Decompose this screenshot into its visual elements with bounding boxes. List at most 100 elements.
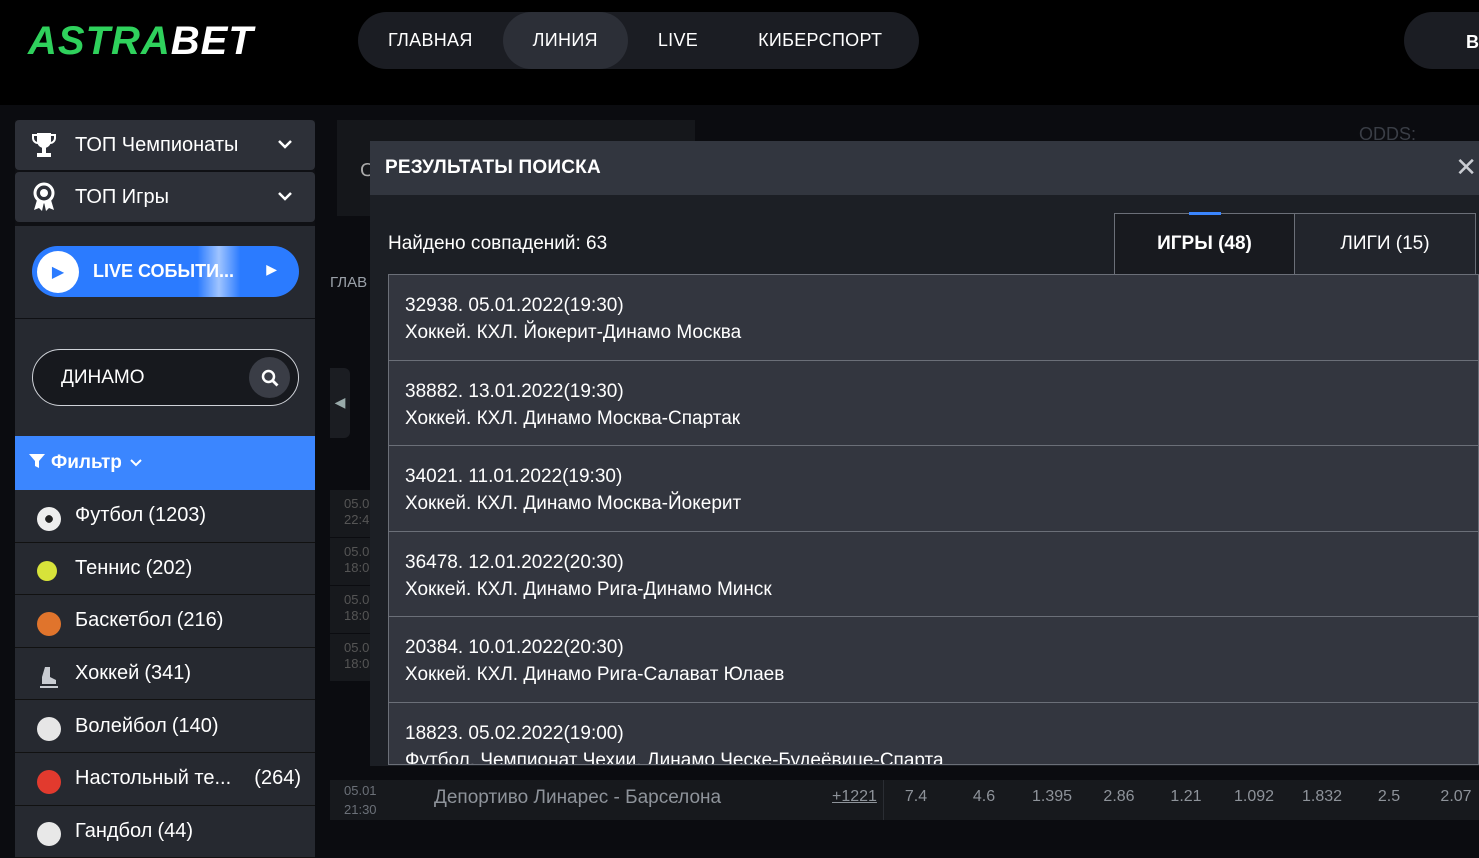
matches-count: Найдено совпадений: 63 [388, 233, 608, 254]
results-list: 32938. 05.01.2022(19:30) Хоккей. КХЛ. Йо… [388, 274, 1479, 765]
sport-label: Хоккей [75, 662, 140, 685]
table-tennis-icon [37, 769, 61, 794]
sport-item-football[interactable]: Футбол (1203) [15, 490, 315, 543]
odds-cell[interactable]: 2.5 [1359, 788, 1419, 806]
sport-count: (264) [254, 767, 301, 790]
result-event: Хоккей. КХЛ. Динамо Рига-Салават Юлаев [405, 664, 785, 686]
odds-cell[interactable]: 4.6 [954, 788, 1014, 806]
odds-cell[interactable]: 1.092 [1224, 788, 1284, 806]
odds-cell[interactable]: 2.07 [1426, 788, 1479, 806]
sport-item-basketball[interactable]: Баскетбол (216) [15, 595, 315, 648]
live-events-button[interactable]: ▶ LIVE СОБЫТИ... ▶ [32, 246, 299, 297]
sport-label: Настольный те... [75, 767, 232, 790]
sport-label: Теннис [75, 556, 141, 579]
sport-item-handball[interactable]: Гандбол (44) [15, 805, 315, 858]
event-row[interactable]: 05.01 21:30 Депортиво Линарес - Барселон… [330, 780, 1479, 820]
odds-cell[interactable]: 2.86 [1089, 788, 1149, 806]
tab-games[interactable]: ИГРЫ (48) [1114, 212, 1295, 275]
logo-part-bet: BET [170, 19, 254, 63]
top-games-label: ТОП Игры [75, 185, 169, 208]
result-item[interactable]: 34021. 11.01.2022(19:30) Хоккей. КХЛ. Ди… [389, 446, 1478, 532]
result-event: Футбол. Чемпионат Чехии. Динамо Ческе-Бу… [405, 749, 944, 765]
odds-cell[interactable]: 1.21 [1156, 788, 1216, 806]
result-event: Хоккей. КХЛ. Динамо Рига-Динамо Минск [405, 578, 772, 600]
search-box [32, 349, 299, 406]
arrow-right-icon: ▶ [266, 262, 277, 278]
nav-home[interactable]: ГЛАВНАЯ [358, 12, 503, 69]
event-time: 05.01 21:30 [344, 783, 377, 817]
chevron-down-icon [277, 133, 293, 154]
top-bar: ASTRABET ГЛАВНАЯ ЛИНИЯ LIVE КИБЕРСПОРТ В [0, 0, 1479, 105]
sport-item-tennis[interactable]: Теннис (202) [15, 542, 315, 596]
collapse-arrow-icon[interactable]: ◀ [330, 368, 350, 438]
sport-count: (202) [145, 556, 193, 579]
result-item[interactable]: 18823. 05.02.2022(19:00) Футбол. Чемпион… [389, 702, 1478, 765]
result-item[interactable]: 36478. 12.01.2022(20:30) Хоккей. КХЛ. Ди… [389, 531, 1478, 618]
sport-count: (140) [171, 714, 219, 737]
result-event: Хоккей. КХЛ. Динамо Москва-Йокерит [405, 493, 742, 515]
chevron-down-icon [277, 185, 293, 206]
breadcrumb: ГЛАВ [330, 274, 368, 291]
sport-count: (44) [157, 819, 194, 842]
odds-cell[interactable]: 1.395 [1022, 788, 1082, 806]
result-id-date: 20384. 10.01.2022(20:30) [405, 637, 624, 659]
divider [883, 780, 884, 820]
event-row-time: 05.0 18:0 [330, 586, 370, 633]
login-button-label: В [1466, 32, 1479, 52]
play-icon: ▶ [37, 250, 79, 293]
live-section: ▶ LIVE СОБЫТИ... ▶ [15, 226, 315, 318]
result-event: Хоккей. КХЛ. Йокерит-Динамо Москва [405, 322, 742, 343]
result-item[interactable]: 32938. 05.01.2022(19:30) Хоккей. КХЛ. Йо… [389, 275, 1478, 361]
astrabet-logo[interactable]: ASTRABET [28, 19, 254, 63]
modal-title: РЕЗУЛЬТАТЫ ПОИСКА [385, 157, 601, 178]
sport-label: Футбол [75, 504, 144, 527]
sport-list: Футбол (1203) Теннис (202) Баскетбол (21… [15, 490, 315, 858]
close-icon[interactable]: ✕ [1455, 153, 1477, 183]
tennis-ball-icon [37, 561, 57, 582]
result-item[interactable]: 20384. 10.01.2022(20:30) Хоккей. КХЛ. Ди… [389, 617, 1478, 703]
nav-line[interactable]: ЛИНИЯ [502, 12, 628, 69]
result-id-date: 34021. 11.01.2022(19:30) [405, 466, 623, 488]
sport-count: (1203) [148, 504, 207, 527]
main-nav: ГЛАВНАЯ ЛИНИЯ LIVE КИБЕРСПОРТ [358, 12, 919, 69]
sport-count: (216) [176, 609, 224, 632]
odds-cell[interactable]: 1.832 [1292, 788, 1352, 806]
nav-esports[interactable]: КИБЕРСПОРТ [728, 12, 912, 69]
top-games-dropdown[interactable]: ТОП Игры [15, 172, 315, 222]
result-item[interactable]: 38882. 13.01.2022(19:30) Хоккей. КХЛ. Ди… [389, 360, 1478, 447]
basketball-icon [37, 611, 61, 636]
live-events-label: LIVE СОБЫТИ... [93, 261, 235, 281]
modal-header: РЕЗУЛЬТАТЫ ПОИСКА ✕ [370, 141, 1479, 195]
event-row-time: 05.0 22:4 [330, 490, 370, 537]
event-teams[interactable]: Депортиво Линарес - Барселона [434, 787, 721, 809]
more-markets-link[interactable]: +1221 [832, 788, 877, 806]
result-id-date: 32938. 05.01.2022(19:30) [405, 295, 624, 316]
filter-label: Фильтр [51, 452, 122, 473]
search-results-modal: РЕЗУЛЬТАТЫ ПОИСКА ✕ Найдено совпадений: … [370, 141, 1479, 766]
volleyball-icon [37, 717, 61, 742]
filter-toggle[interactable]: Фильтр [15, 436, 315, 490]
background-event-rows: 05.0 22:4 05.0 18:0 05.0 18:0 05.0 18:0 [330, 490, 370, 682]
result-id-date: 18823. 05.02.2022(19:00) [405, 722, 624, 744]
sport-item-hockey[interactable]: Хоккей (341) [15, 647, 315, 701]
odds-cell[interactable]: 7.4 [886, 788, 946, 806]
search-section [15, 319, 315, 436]
logo-part-astra: ASTRA [28, 19, 171, 63]
result-tabs: ИГРЫ (48) ЛИГИ (15) [1114, 212, 1479, 275]
top-championships-dropdown[interactable]: ТОП Чемпионаты [15, 120, 315, 170]
tab-leagues[interactable]: ЛИГИ (15) [1295, 213, 1476, 275]
sport-count: (341) [144, 662, 192, 685]
sport-item-volleyball[interactable]: Волейбол (140) [15, 700, 315, 753]
hockey-skate-icon [37, 665, 61, 689]
login-button[interactable]: В [1404, 12, 1479, 69]
left-sidebar: ТОП Чемпионаты ТОП Игры ▶ LIVE СОБЫТИ...… [15, 120, 315, 858]
nav-live[interactable]: LIVE [628, 12, 728, 69]
top-championships-label: ТОП Чемпионаты [75, 133, 239, 156]
sport-item-table-tennis[interactable]: Настольный те... (264) [15, 752, 315, 806]
search-input[interactable] [61, 365, 241, 391]
event-row-time: 05.0 18:0 [330, 634, 370, 681]
trophy-icon [29, 130, 59, 160]
result-id-date: 38882. 13.01.2022(19:30) [405, 380, 624, 402]
sport-label: Гандбол [75, 819, 153, 842]
search-icon[interactable] [249, 357, 290, 398]
